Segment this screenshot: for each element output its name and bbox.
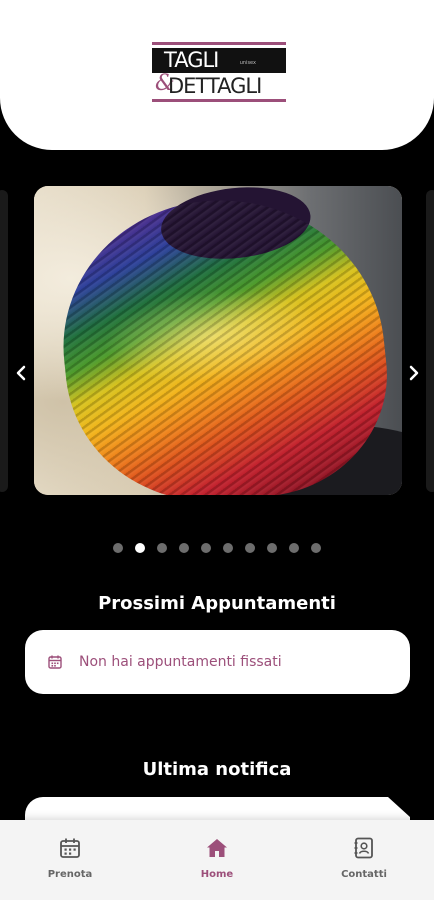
carousel-dot[interactable]: [113, 543, 123, 553]
brand-logo: TAGLI unisex & DETTAGLI: [152, 40, 286, 104]
next-slide-peek[interactable]: [426, 190, 434, 492]
carousel-dot[interactable]: [135, 543, 145, 553]
carousel-dot[interactable]: [179, 543, 189, 553]
carousel-dot[interactable]: [245, 543, 255, 553]
appointments-title: Prossimi Appuntamenti: [98, 593, 336, 614]
chevron-right-icon[interactable]: [404, 364, 424, 388]
logo-rule-top: [152, 42, 286, 45]
bottom-tab-bar: Prenota Home Contatti: [0, 820, 434, 900]
no-appointments-message: Non hai appuntamenti fissati: [79, 654, 282, 670]
carousel-pagination: [113, 543, 321, 555]
logo-word-tagli: TAGLI unisex: [152, 48, 286, 73]
chevron-left-icon[interactable]: [11, 364, 31, 388]
tab-prenota[interactable]: Prenota: [40, 820, 100, 900]
tab-label: Contatti: [341, 869, 387, 880]
carousel-dot[interactable]: [223, 543, 233, 553]
logo-small-text: unisex: [239, 60, 256, 66]
app-header: TAGLI unisex & DETTAGLI: [0, 0, 434, 150]
logo-rule-bottom: [152, 99, 286, 102]
contacts-book-icon: [352, 836, 376, 860]
calendar-icon: [47, 654, 63, 670]
carousel-dot[interactable]: [157, 543, 167, 553]
tab-home[interactable]: Home: [187, 820, 247, 900]
tab-label: Prenota: [47, 869, 93, 880]
carousel-dot[interactable]: [267, 543, 277, 553]
tab-label: Home: [200, 869, 234, 880]
tab-contatti[interactable]: Contatti: [334, 820, 394, 900]
image-carousel[interactable]: [34, 186, 402, 495]
carousel-dot[interactable]: [311, 543, 321, 553]
appointments-card[interactable]: Non hai appuntamenti fissati: [25, 630, 410, 694]
calendar-icon: [58, 836, 82, 860]
carousel-photo: [34, 186, 402, 495]
logo-text-line2: DETTAGLI: [168, 74, 262, 98]
previous-slide-peek[interactable]: [0, 190, 8, 492]
home-icon: [205, 836, 229, 860]
notification-title: Ultima notifica: [142, 759, 292, 780]
carousel-dot[interactable]: [289, 543, 299, 553]
logo-text-line1: TAGLI: [164, 48, 219, 72]
carousel-dot[interactable]: [201, 543, 211, 553]
notification-card-corner: [388, 797, 410, 817]
